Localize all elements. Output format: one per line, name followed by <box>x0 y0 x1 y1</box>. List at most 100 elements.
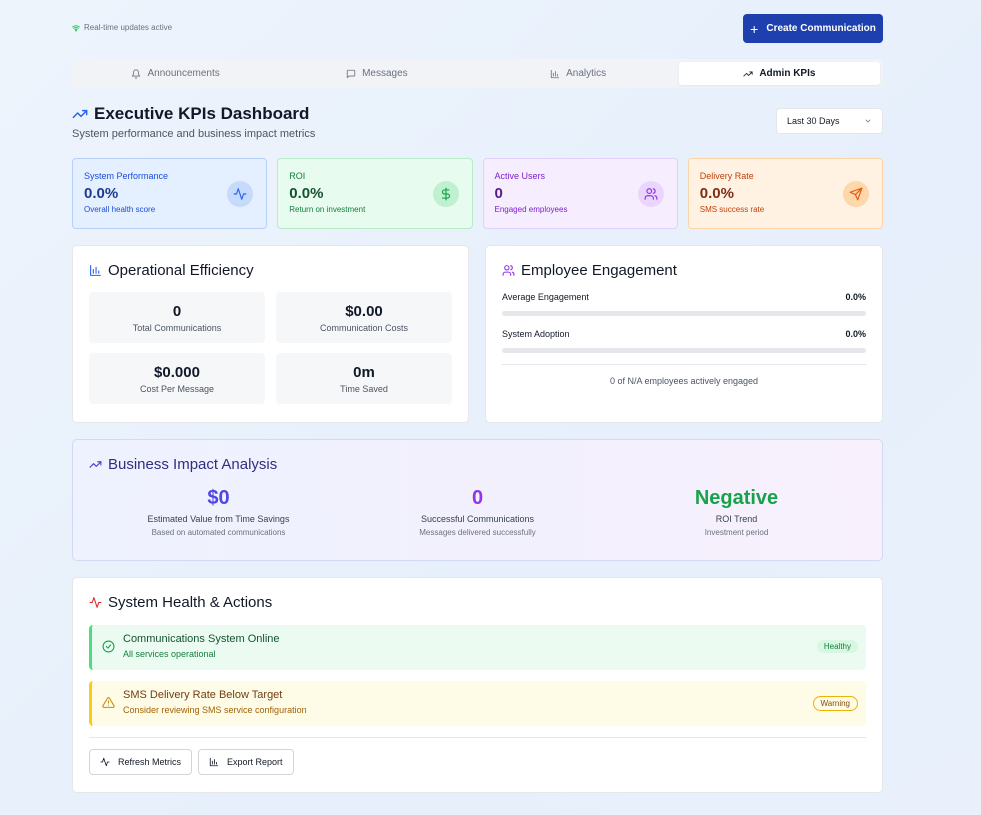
wifi-icon <box>72 24 80 32</box>
metric-total-communications: 0 Total Communications <box>89 292 265 343</box>
impact-label: Successful Communications <box>420 514 535 524</box>
divider <box>502 364 866 365</box>
engagement-row: Average Engagement 0.0% <box>502 292 866 316</box>
metric-value: $0.00 <box>345 302 383 320</box>
activity-icon <box>89 597 102 608</box>
divider <box>89 737 866 738</box>
metric-value: $0.000 <box>154 363 200 381</box>
status-badge: Warning <box>812 696 858 711</box>
kpi-card-roi: ROI 0.0% Return on investment <box>277 158 473 229</box>
activity-icon <box>100 757 110 767</box>
date-range-select[interactable]: Last 30 Days <box>776 108 883 134</box>
impact-value: 0 <box>471 487 484 509</box>
tab-label: Messages <box>362 68 408 79</box>
warning-icon <box>102 697 115 708</box>
kpi-label: ROI <box>289 171 306 181</box>
dollar-icon <box>432 181 459 207</box>
employee-engagement-card: Employee Engagement Average Engagement 0… <box>485 245 883 423</box>
plus-icon: + <box>750 20 759 37</box>
bar-chart-icon <box>90 265 101 276</box>
chevron-down-icon <box>865 119 871 123</box>
users-icon <box>502 265 515 276</box>
kpi-card-delivery-rate: Delivery Rate 0.0% SMS success rate <box>687 158 883 229</box>
users-icon <box>637 181 664 207</box>
tab-label: Analytics <box>566 68 607 79</box>
kpi-note: Engaged employees <box>494 205 568 214</box>
metric-label: Total Communications <box>132 322 222 333</box>
progress-bar <box>502 348 866 353</box>
health-alert-online: Communications System Online All service… <box>89 625 866 670</box>
impact-successful-communications: 0 Successful Communications Messages del… <box>348 487 607 537</box>
message-icon <box>346 69 356 78</box>
card-title: Business Impact Analysis <box>89 456 866 473</box>
bell-icon <box>132 68 141 79</box>
bar-chart-icon <box>550 69 560 78</box>
button-label: Export Report <box>227 757 283 767</box>
button-label: Refresh Metrics <box>118 757 182 767</box>
kpi-label: Delivery Rate <box>699 171 754 181</box>
impact-roi-trend: Negative ROI Trend Investment period <box>607 487 866 537</box>
card-title-text: Business Impact Analysis <box>108 456 278 473</box>
engagement-label: Average Engagement <box>502 292 589 302</box>
impact-columns: $0 Estimated Value from Time Savings Bas… <box>89 487 866 537</box>
tab-bar: Announcements Messages Analytics Admin K… <box>72 59 883 88</box>
realtime-status: Real-time updates active <box>72 23 172 32</box>
kpi-row: System Performance 0.0% Overall health s… <box>72 158 883 229</box>
card-title: Operational Efficiency <box>89 262 452 279</box>
create-communication-label: Create Communication <box>766 23 876 34</box>
alert-description: All services operational <box>123 649 216 659</box>
operational-efficiency-card: Operational Efficiency 0 Total Communica… <box>72 245 469 423</box>
card-title: System Health & Actions <box>89 594 866 611</box>
engagement-label: System Adoption <box>502 329 570 339</box>
business-impact-card: Business Impact Analysis $0 Estimated Va… <box>72 439 883 561</box>
engagement-row: System Adoption 0.0% <box>502 329 866 353</box>
engagement-value: 0.0% <box>845 292 866 302</box>
date-range-value: Last 30 Days <box>787 116 840 126</box>
metric-value: 0m <box>353 363 375 381</box>
progress-bar <box>502 311 866 316</box>
tab-messages[interactable]: Messages <box>276 62 477 85</box>
metric-cost-per-message: $0.000 Cost Per Message <box>89 353 265 404</box>
metrics-grid: 0 Total Communications $0.00 Communicati… <box>89 292 452 404</box>
page-subtitle: System performance and business impact m… <box>72 128 316 140</box>
kpi-note: Overall health score <box>84 205 156 214</box>
kpi-note: Return on investment <box>289 205 366 214</box>
impact-value: $0 <box>207 487 230 509</box>
tab-admin-kpis[interactable]: Admin KPIs <box>678 62 880 85</box>
impact-value: Negative <box>694 487 779 509</box>
refresh-metrics-button[interactable]: Refresh Metrics <box>89 749 193 775</box>
impact-label: Estimated Value from Time Savings <box>147 514 290 524</box>
engagement-summary: 0 of N/A employees actively engaged <box>609 376 759 386</box>
page-title: Executive KPIs Dashboard <box>72 104 309 124</box>
create-communication-button[interactable]: + Create Communication <box>743 14 883 43</box>
metric-value: 0 <box>172 302 182 320</box>
kpi-card-system-performance: System Performance 0.0% Overall health s… <box>72 158 268 229</box>
tab-announcements[interactable]: Announcements <box>75 62 276 85</box>
card-title: Employee Engagement <box>502 262 866 279</box>
action-buttons: Refresh Metrics Export Report <box>89 749 866 775</box>
impact-note: Based on automated communications <box>151 528 286 537</box>
kpi-note: SMS success rate <box>699 205 765 214</box>
impact-note: Investment period <box>704 528 769 537</box>
metric-label: Cost Per Message <box>139 383 215 394</box>
top-bar: Real-time updates active + Create Commun… <box>72 14 883 43</box>
card-title-text: Employee Engagement <box>521 262 677 279</box>
impact-time-savings: $0 Estimated Value from Time Savings Bas… <box>89 487 348 537</box>
kpi-label: Active Users <box>494 171 546 181</box>
check-circle-icon <box>102 640 115 653</box>
metric-communication-costs: $0.00 Communication Costs <box>276 292 452 343</box>
trending-up-icon <box>72 109 88 119</box>
metric-time-saved: 0m Time Saved <box>276 353 452 404</box>
card-title-text: System Health & Actions <box>108 594 273 611</box>
engagement-value: 0.0% <box>845 329 866 339</box>
impact-label: ROI Trend <box>715 514 758 524</box>
realtime-status-text: Real-time updates active <box>84 23 173 32</box>
health-alert-sms: SMS Delivery Rate Below Target Consider … <box>89 681 866 726</box>
trending-up-icon <box>89 461 102 468</box>
page-title-text: Executive KPIs Dashboard <box>94 104 310 123</box>
activity-icon <box>227 181 254 207</box>
tab-label: Announcements <box>147 68 220 79</box>
tab-analytics[interactable]: Analytics <box>478 62 679 85</box>
export-report-button[interactable]: Export Report <box>198 749 294 775</box>
trending-up-icon <box>743 71 753 76</box>
